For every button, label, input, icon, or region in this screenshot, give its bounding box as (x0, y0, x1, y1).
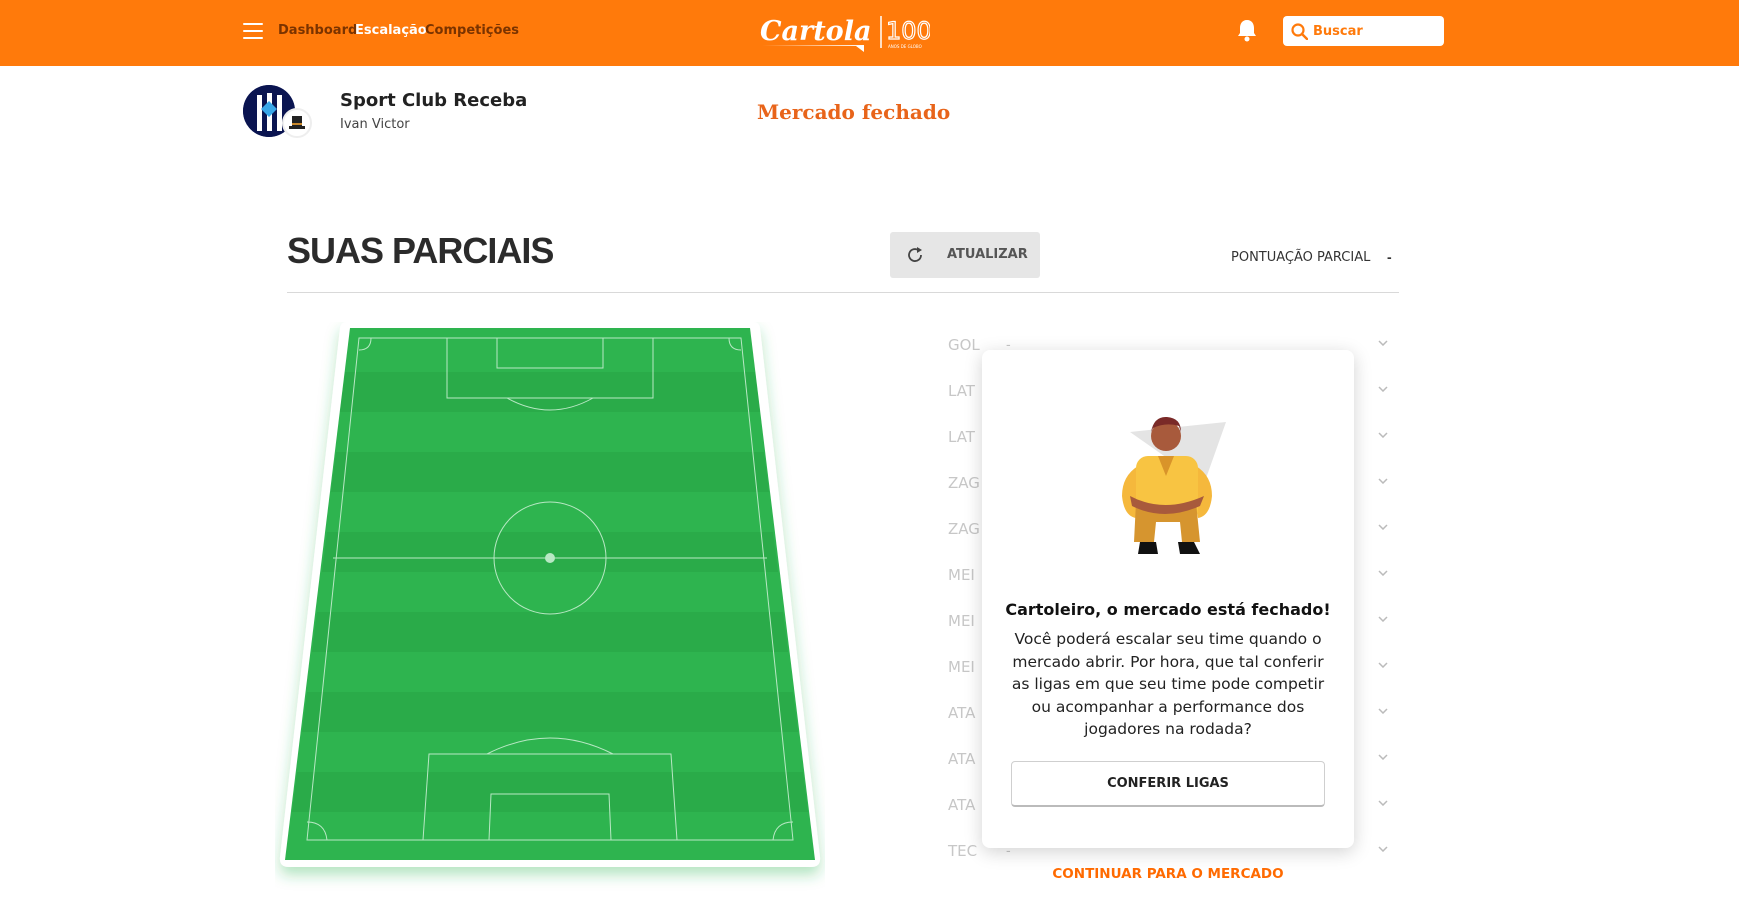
market-closed-text: Você poderá escalar seu time quando o me… (1011, 630, 1325, 738)
chevron-down-icon[interactable] (1378, 616, 1388, 622)
chevron-down-icon[interactable] (1378, 570, 1388, 576)
market-closed-title: Cartoleiro, o mercado está fechado! (1005, 600, 1331, 619)
position-label: LAT (948, 382, 975, 400)
nav-link-dashboard[interactable]: Dashboard (278, 23, 357, 38)
sad-player-illustration (1122, 416, 1226, 554)
chevron-down-icon[interactable] (1378, 478, 1388, 484)
position-label: MEI (948, 612, 975, 630)
market-closed-card: Cartoleiro, o mercado está fechado! Você… (982, 350, 1354, 848)
position-label: ATA (948, 796, 976, 814)
refresh-button[interactable]: ATUALIZAR (890, 232, 1040, 278)
partial-score-label: PONTUAÇÃO PARCIAL (1231, 250, 1371, 265)
position-label: GOL (948, 336, 980, 354)
bell-icon[interactable] (1236, 18, 1258, 42)
chevron-down-icon[interactable] (1378, 340, 1388, 346)
position-label: MEI (948, 658, 975, 676)
team-name: Sport Club Receba (340, 90, 528, 111)
chevron-down-icon[interactable] (1378, 754, 1388, 760)
chevron-down-icon[interactable] (1378, 386, 1388, 392)
chevron-down-icon[interactable] (1378, 800, 1388, 806)
nav-link-competicoes[interactable]: Competições (425, 23, 519, 38)
soccer-field (279, 322, 821, 867)
owner-name: Ivan Victor (340, 117, 410, 132)
search-input[interactable] (1313, 21, 1438, 41)
position-label: ATA (948, 704, 976, 722)
page-title: SUAS PARCIAIS (287, 230, 554, 271)
section-divider (287, 292, 1399, 293)
check-leagues-button[interactable]: CONFERIR LIGAS (1011, 761, 1325, 807)
position-label: ZAG (948, 520, 980, 538)
position-label: MEI (948, 566, 975, 584)
refresh-icon (908, 247, 922, 262)
position-label: ZAG (948, 474, 980, 492)
partial-score-value: - (1387, 249, 1392, 265)
top-hat-icon (282, 108, 312, 138)
market-status: Mercado fechado (757, 100, 951, 124)
logo-100-badge: 100 (886, 17, 930, 45)
position-label: ATA (948, 750, 976, 768)
logo-wordmark: Cartola (760, 16, 871, 47)
position-label: LAT (948, 428, 975, 446)
chevron-down-icon[interactable] (1378, 846, 1388, 852)
position-label: TEC (948, 842, 978, 860)
logo-caption: ANOS DE GLOBO (888, 44, 922, 49)
chevron-down-icon[interactable] (1378, 662, 1388, 668)
nav-link-escalacao[interactable]: Escalação (355, 23, 427, 38)
cartola-logo[interactable]: Cartola 100 ANOS DE GLOBO (760, 12, 930, 52)
continue-to-market-link[interactable]: CONTINUAR PARA O MERCADO (982, 866, 1354, 882)
chevron-down-icon[interactable] (1378, 524, 1388, 530)
hamburger-menu-icon[interactable] (243, 23, 263, 39)
search-box[interactable] (1283, 16, 1444, 46)
search-icon (1291, 23, 1308, 40)
top-navigation-bar: Dashboard Escalação Competições Cartola … (0, 0, 1739, 66)
chevron-down-icon[interactable] (1378, 708, 1388, 714)
refresh-label: ATUALIZAR (947, 247, 1028, 262)
chevron-down-icon[interactable] (1378, 432, 1388, 438)
